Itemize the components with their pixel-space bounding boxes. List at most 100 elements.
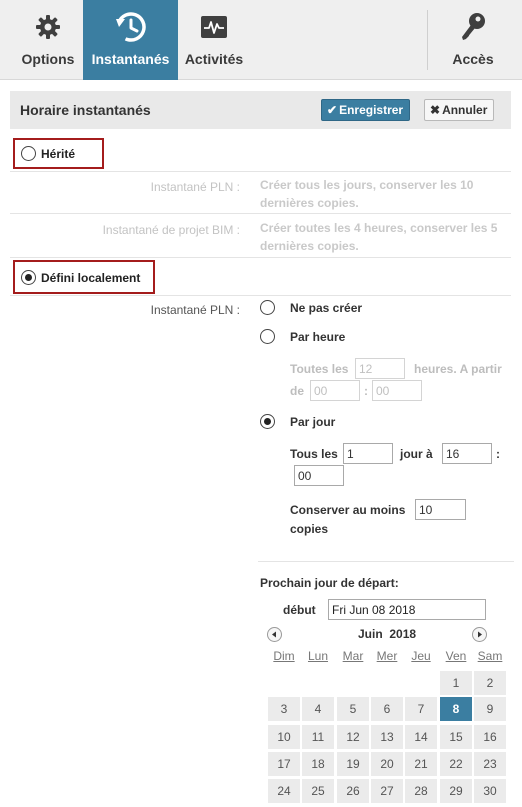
hourly-every-prefix: Toutes les <box>290 362 349 376</box>
tab-access-label: Accès <box>452 51 494 67</box>
weekday-header: Ven <box>445 649 467 663</box>
calendar-month: Juin <box>358 627 383 641</box>
inherited-label: Hérité <box>41 147 76 161</box>
divider <box>10 213 511 214</box>
divider <box>258 561 514 562</box>
calendar-day[interactable]: 2 <box>474 671 506 695</box>
divider <box>10 257 511 258</box>
tab-activities[interactable]: Activités <box>178 0 250 80</box>
local-pln-label: Instantané PLN : <box>150 303 240 317</box>
calendar-day-selected[interactable]: 8 <box>440 697 472 721</box>
hourly-start-minute-input[interactable] <box>372 380 422 401</box>
tab-access[interactable]: Accès <box>438 0 508 80</box>
hourly-from-label: de <box>290 384 305 398</box>
next-start-title: Prochain jour de départ: <box>260 576 399 590</box>
keep-label: Conserver au moins <box>290 503 406 517</box>
calendar-day[interactable]: 15 <box>440 725 472 749</box>
weekday-header: Dim <box>273 649 295 663</box>
close-icon: ✖ <box>430 103 441 117</box>
calendar-day[interactable]: 6 <box>371 697 403 721</box>
tab-snapshots[interactable]: Instantanés <box>83 0 178 80</box>
calendar-day[interactable]: 9 <box>474 697 506 721</box>
divider <box>10 171 511 172</box>
calendar-day[interactable]: 20 <box>371 752 403 776</box>
key-icon <box>438 10 508 44</box>
option-hourly-label: Par heure <box>290 330 346 344</box>
hourly-every-suffix: heures. A partir <box>414 362 502 376</box>
weekday-header: Mer <box>376 649 398 663</box>
cancel-button-label: Annuler <box>442 103 488 117</box>
activity-pulse-icon <box>178 10 250 44</box>
daily-at-label: jour à <box>400 447 433 461</box>
save-button-label: Enregistrer <box>339 103 404 117</box>
local-radio[interactable] <box>21 270 36 285</box>
hourly-interval-input[interactable] <box>355 358 405 379</box>
hourly-start-hour-input[interactable] <box>310 380 360 401</box>
inherited-radio[interactable] <box>21 146 36 161</box>
daily-every-prefix: Tous les <box>290 447 338 461</box>
calendar-day[interactable]: 3 <box>268 697 300 721</box>
calendar-day[interactable]: 24 <box>268 779 300 803</box>
weekday-header: Sam <box>477 649 503 663</box>
inherited-bim-value: Créer toutes les 4 heures, conserver les… <box>260 221 498 253</box>
tab-snapshots-label: Instantanés <box>91 51 170 67</box>
local-option[interactable]: Défini localement <box>13 260 155 294</box>
option-none-radio[interactable] <box>260 300 275 315</box>
calendar-day[interactable]: 30 <box>474 779 506 803</box>
calendar-day[interactable]: 18 <box>302 752 334 776</box>
calendar-day[interactable]: 26 <box>337 779 369 803</box>
inherited-pln-value: Créer tous les jours, conserver les 10 d… <box>260 178 474 210</box>
option-none-label: Ne pas créer <box>290 301 363 315</box>
calendar-day[interactable]: 4 <box>302 697 334 721</box>
option-daily-label: Par jour <box>290 415 336 429</box>
daily-time-separator: : <box>496 447 500 461</box>
calendar-day[interactable]: 12 <box>337 725 369 749</box>
calendar-day[interactable]: 21 <box>405 752 437 776</box>
cancel-button[interactable]: ✖ Annuler <box>424 99 495 121</box>
calendar-next-button[interactable] <box>472 627 487 642</box>
calendar-day[interactable]: 22 <box>440 752 472 776</box>
tab-separator <box>427 10 428 70</box>
top-tab-bar: Options Instantanés Activités Accès <box>0 0 522 80</box>
calendar-day[interactable]: 27 <box>371 779 403 803</box>
daily-minute-input[interactable] <box>294 465 344 486</box>
inherited-option[interactable]: Hérité <box>13 138 104 169</box>
start-date-input[interactable] <box>328 599 486 620</box>
weekday-header: Mar <box>342 649 364 663</box>
keep-copies-label: copies <box>290 522 329 536</box>
option-daily-radio[interactable] <box>260 414 275 429</box>
calendar-day[interactable]: 16 <box>474 725 506 749</box>
gear-icon <box>8 10 88 44</box>
chevron-right-icon <box>478 631 482 638</box>
calendar-day[interactable]: 23 <box>474 752 506 776</box>
calendar-day[interactable]: 28 <box>405 779 437 803</box>
daily-interval-input[interactable] <box>343 443 393 464</box>
calendar-day[interactable]: 5 <box>337 697 369 721</box>
weekday-header: Lun <box>307 649 329 663</box>
calendar-prev-button[interactable] <box>267 627 282 642</box>
calendar-day[interactable]: 7 <box>405 697 437 721</box>
calendar-day[interactable]: 29 <box>440 779 472 803</box>
calendar-day[interactable]: 25 <box>302 779 334 803</box>
calendar-day[interactable]: 13 <box>371 725 403 749</box>
tab-options-label: Options <box>21 51 75 67</box>
local-label: Défini localement <box>41 271 141 285</box>
panel-header: Horaire instantanés ✔ Enregistrer ✖ Annule… <box>10 91 511 129</box>
tab-options[interactable]: Options <box>8 0 88 80</box>
keep-copies-input[interactable] <box>415 499 466 520</box>
calendar-day[interactable]: 19 <box>337 752 369 776</box>
daily-hour-input[interactable] <box>442 443 492 464</box>
tab-activities-label: Activités <box>184 51 244 67</box>
save-button[interactable]: ✔ Enregistrer <box>321 99 411 121</box>
calendar-day[interactable]: 10 <box>268 725 300 749</box>
inherited-bim-label: Instantané de projet BIM : <box>102 223 240 237</box>
divider <box>10 295 511 296</box>
checkmark-icon: ✔ <box>327 103 338 117</box>
calendar-year: 2018 <box>389 627 417 641</box>
calendar-day[interactable]: 14 <box>405 725 437 749</box>
calendar-day[interactable]: 11 <box>302 725 334 749</box>
chevron-left-icon <box>272 631 276 638</box>
calendar-day[interactable]: 17 <box>268 752 300 776</box>
calendar-day[interactable]: 1 <box>440 671 472 695</box>
option-hourly-radio[interactable] <box>260 329 275 344</box>
